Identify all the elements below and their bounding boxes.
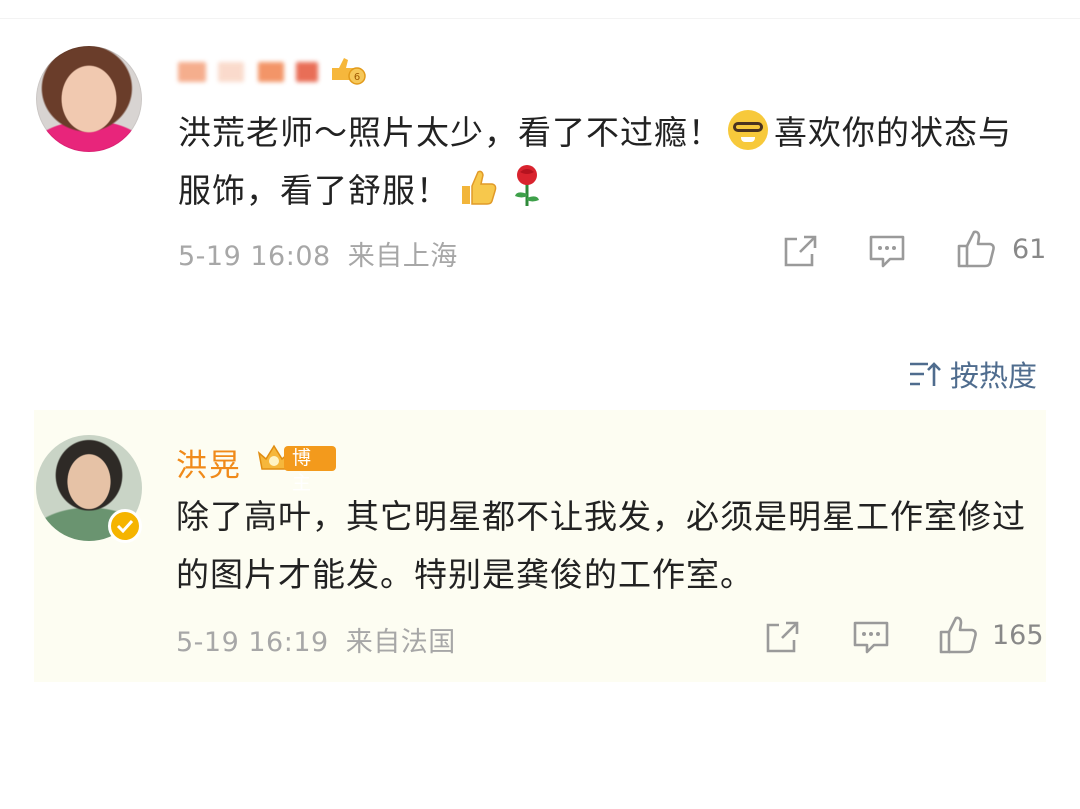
username-obscured[interactable]: 6 — [178, 52, 378, 88]
thumbs-up-emoji-icon — [462, 170, 497, 205]
top-divider — [0, 18, 1080, 19]
comment-meta: 5-19 16:08 来自上海 — [178, 234, 458, 273]
comment-location: 来自法国 — [345, 627, 456, 658]
comment-time: 5-19 16:19 — [176, 627, 329, 658]
comment-time: 5-19 16:08 — [178, 241, 331, 272]
blogger-badge: 博主 — [256, 441, 336, 494]
fan-badge-icon: 6 — [332, 58, 366, 85]
like-icon[interactable] — [938, 615, 978, 655]
share-icon[interactable] — [782, 234, 818, 268]
share-icon[interactable] — [764, 620, 800, 654]
avatar[interactable] — [36, 46, 142, 152]
like-count: 61 — [1012, 234, 1047, 265]
comment-text: 除了高叶，其它明星都不让我发，必须是明星工作室修过的图片才能发。特别是龚俊的工作… — [176, 497, 1026, 594]
svg-text:6: 6 — [354, 72, 360, 83]
sort-icon — [910, 362, 941, 386]
comment-text-part-1: 洪荒老师～照片太少，看了不过瘾！ — [178, 113, 722, 152]
nerd-face-emoji-icon — [728, 110, 768, 150]
rose-emoji-icon — [515, 165, 539, 206]
comment-location: 来自上海 — [347, 241, 458, 272]
blogger-label: 博主 — [284, 446, 336, 494]
sort-label: 按热度 — [950, 359, 1038, 393]
like-icon[interactable] — [956, 229, 996, 269]
comment-icon[interactable] — [868, 234, 906, 270]
like-count: 165 — [992, 620, 1044, 651]
comment-meta: 5-19 16:19 来自法国 — [176, 620, 456, 659]
verified-icon — [108, 509, 142, 543]
comment-text: 洪荒老师～照片太少，看了不过瘾！ 喜欢你的状态与服饰，看了舒服！ — [178, 104, 1028, 220]
comment-icon[interactable] — [852, 620, 890, 656]
sort-by-hot-button[interactable]: 按热度 — [908, 356, 1038, 393]
username[interactable]: 洪晃 — [176, 440, 242, 485]
